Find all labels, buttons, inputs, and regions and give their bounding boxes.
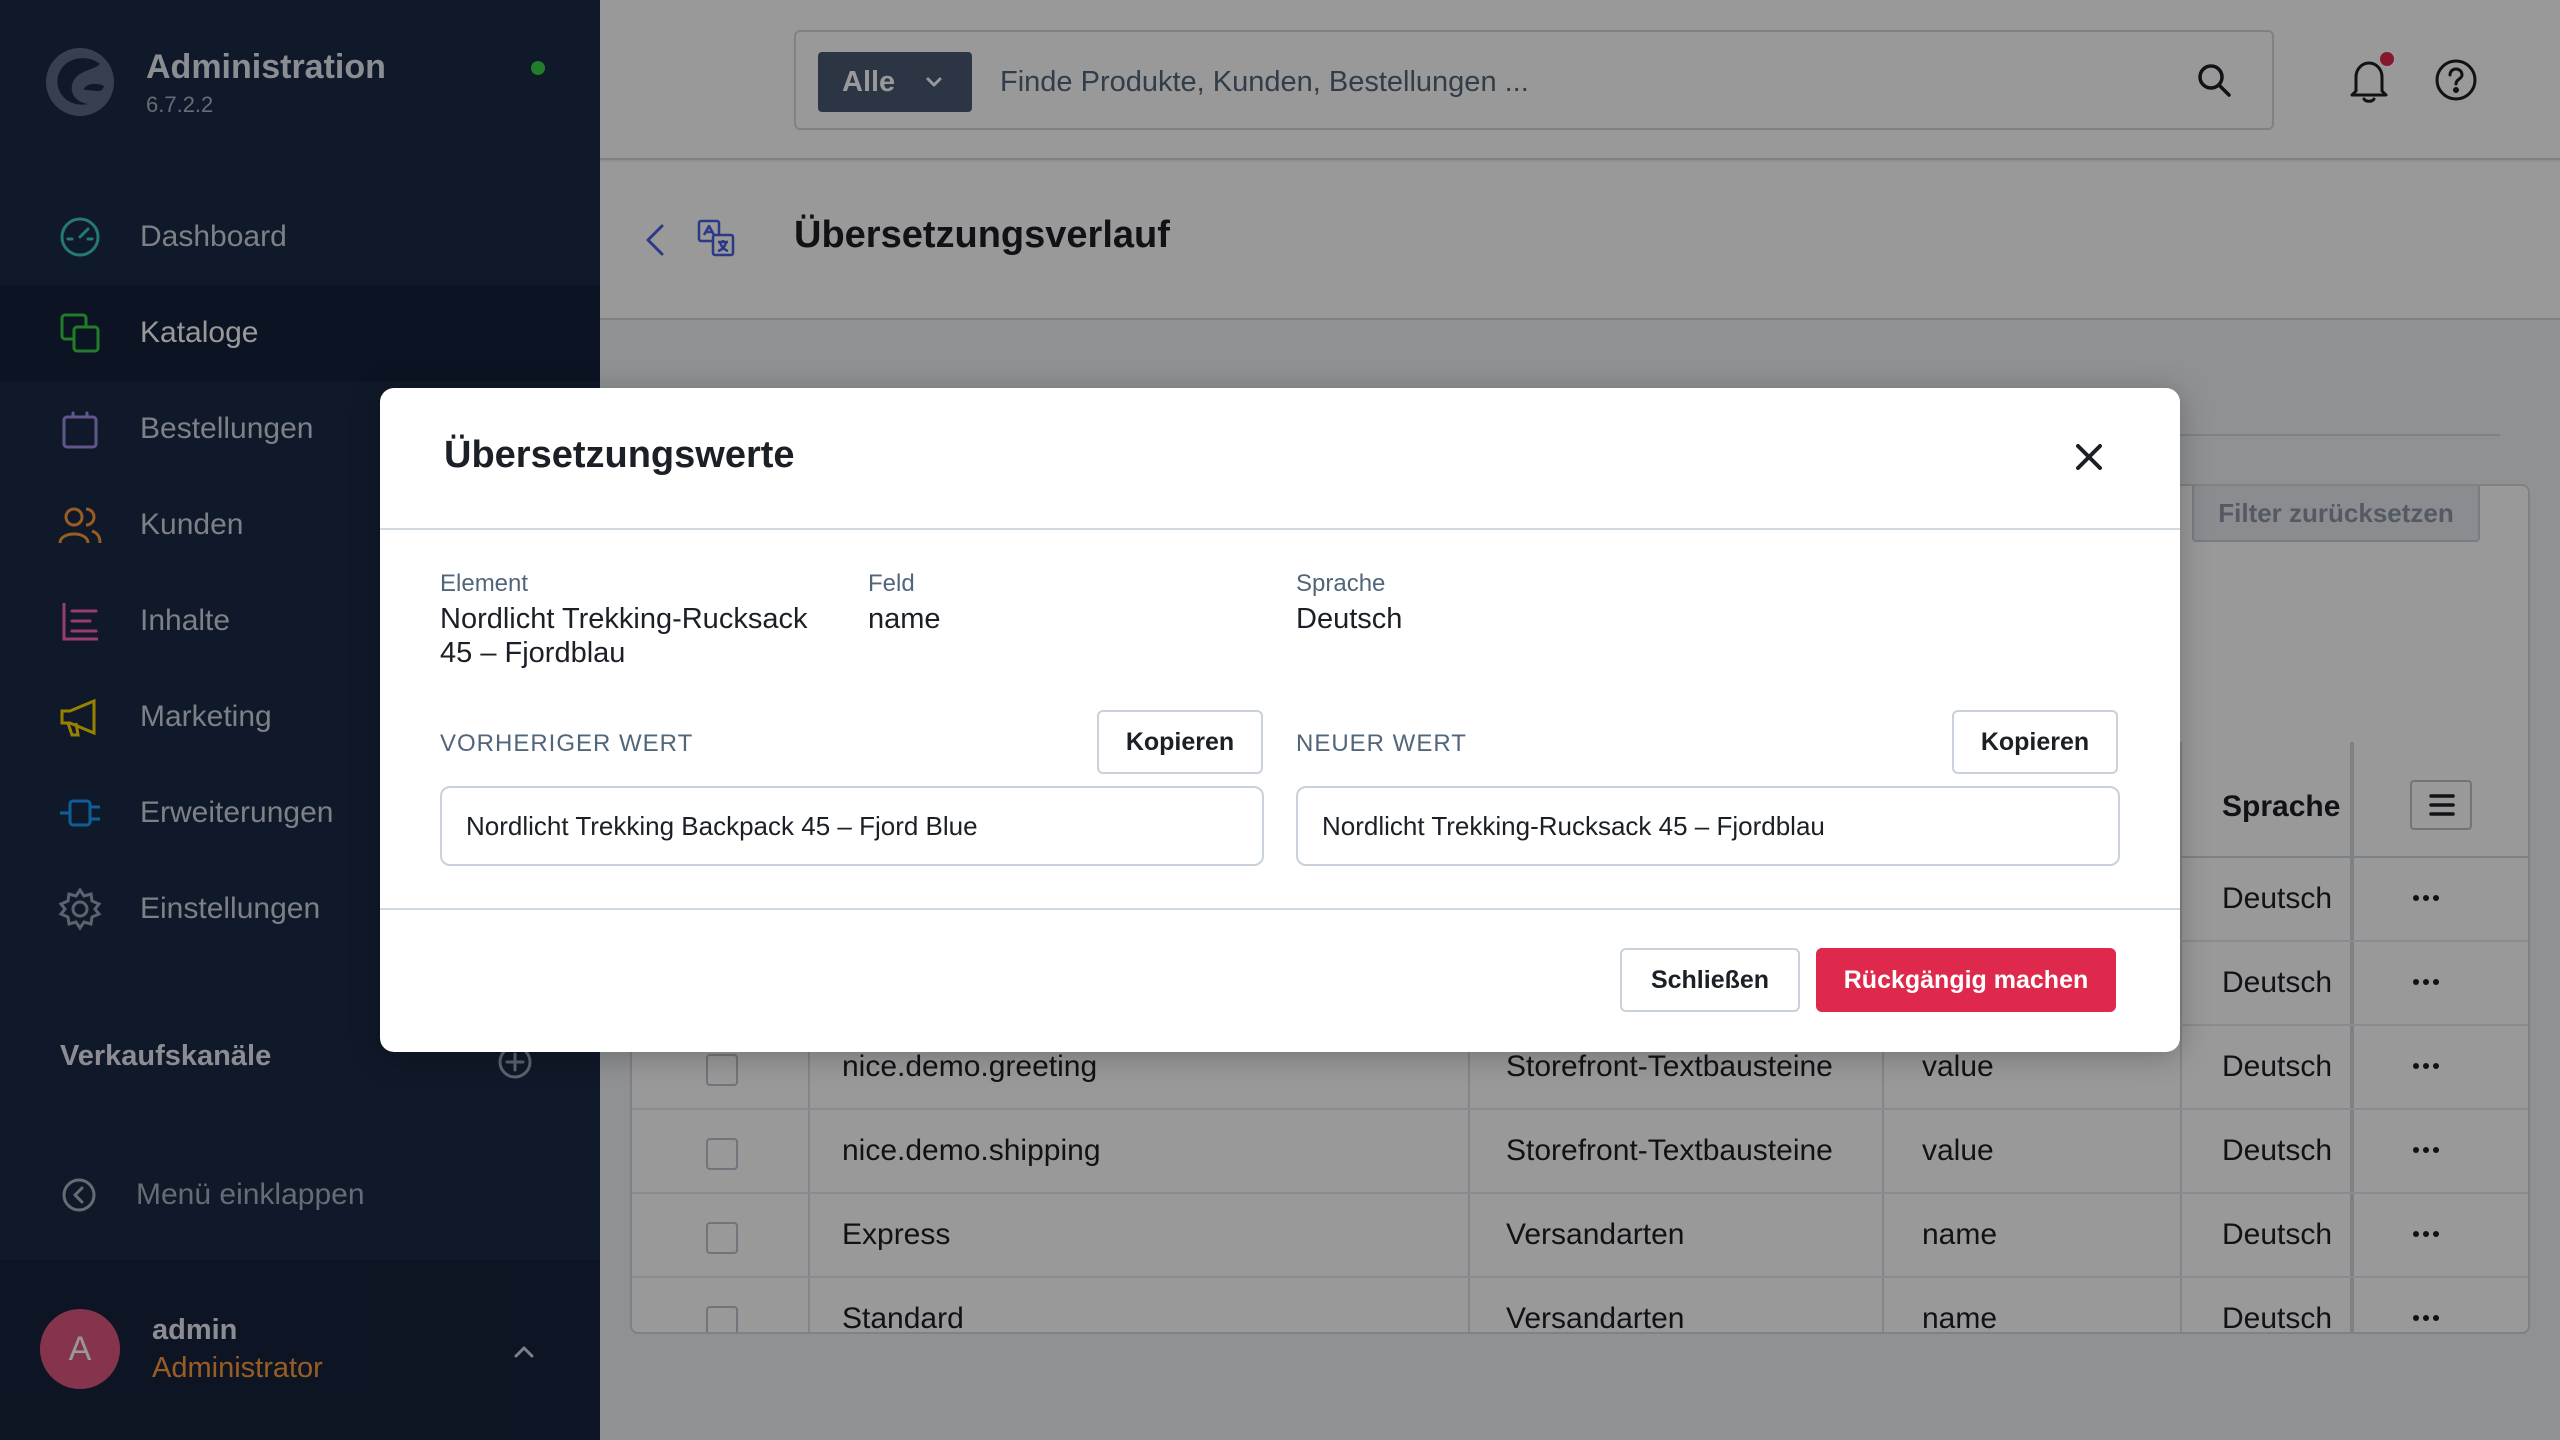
copy-new-button[interactable]: Kopieren [1952,710,2118,774]
new-value-field[interactable] [1296,786,2120,866]
copy-previous-button[interactable]: Kopieren [1097,710,1263,774]
revert-button[interactable]: Rückgängig machen [1816,948,2116,1012]
language-label: Sprache [1296,570,1386,597]
field-label: Feld [868,570,915,597]
element-value: Nordlicht Trekking-Rucksack 45 – Fjordbl… [440,603,808,669]
element-label: Element [440,570,529,597]
language-value: Deutsch [1296,603,1403,635]
field-value: name [868,603,941,635]
previous-value-label: VORHERIGER WERT [440,730,694,757]
close-button[interactable]: Schließen [1620,948,1800,1012]
modal-footer-divider [380,908,2180,910]
close-icon[interactable] [2072,440,2106,474]
translation-values-modal: Übersetzungswerte Element Nordlicht Trek… [380,388,2180,1052]
previous-value-field[interactable] [440,786,1264,866]
modal-title: Übersetzungswerte [444,434,795,476]
new-value-label: NEUER WERT [1296,730,1467,757]
modal-header-divider [380,528,2180,530]
